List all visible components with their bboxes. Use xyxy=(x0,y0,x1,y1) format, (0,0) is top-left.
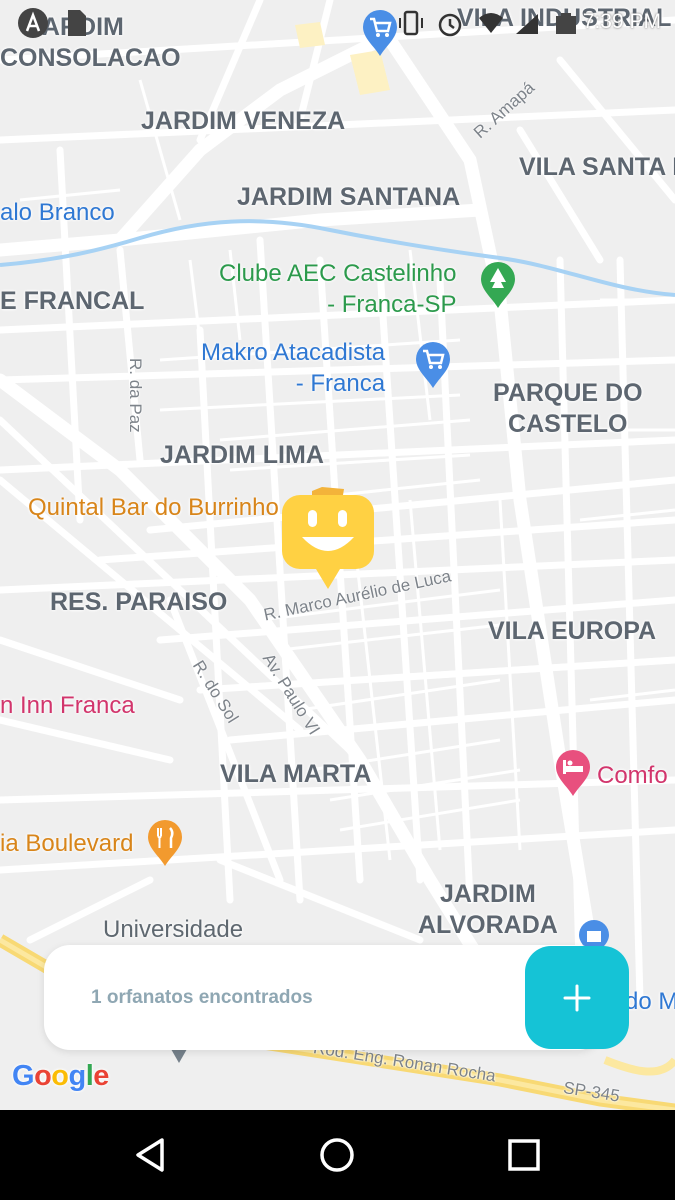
status-bar: 7:39 PM xyxy=(0,0,675,44)
label-vila-marta: VILA MARTA xyxy=(220,760,372,788)
label-comfort[interactable]: Comfo xyxy=(597,762,668,790)
orphanage-marker-smiley-icon[interactable] xyxy=(282,483,374,593)
home-circle-icon[interactable] xyxy=(312,1130,362,1180)
label-parque-line1: PARQUE DO xyxy=(493,379,643,407)
label-vila-santa: VILA SANTA R xyxy=(519,153,675,181)
plus-icon xyxy=(563,984,591,1011)
label-clube-aec-line2: - Franca-SP xyxy=(327,291,457,318)
label-makro-line2: - Franca xyxy=(295,370,386,397)
label-do-m[interactable]: do M xyxy=(625,988,675,1016)
label-alvorada-line2: ALVORADA xyxy=(418,911,558,939)
back-triangle-icon[interactable] xyxy=(126,1130,176,1180)
recents-square-icon[interactable] xyxy=(499,1130,549,1180)
results-footer-card: 1 orfanatos encontrados xyxy=(44,945,604,1050)
label-parque-line2: CASTELO xyxy=(508,410,628,438)
google-logo-o1: o xyxy=(34,1060,52,1092)
vibrate-icon xyxy=(399,10,423,36)
label-res-paraiso: RES. PARAISO xyxy=(50,588,228,616)
label-jardim-santana: JARDIM SANTANA xyxy=(237,183,461,211)
signal-icon xyxy=(516,14,538,34)
label-consolacao: CONSOLACAO xyxy=(0,44,181,72)
label-inn-franca[interactable]: n Inn Franca xyxy=(0,692,135,720)
alarm-icon xyxy=(438,13,462,37)
label-palo-branco[interactable]: alo Branco xyxy=(0,199,115,227)
street-r-da-paz: R. da Paz xyxy=(126,358,145,433)
navigation-bar xyxy=(0,1110,675,1200)
label-parque-do-castelo: PARQUE DO CASTELO xyxy=(493,378,643,440)
google-logo-g: G xyxy=(12,1060,35,1092)
sim-card-icon xyxy=(68,10,86,36)
label-makro[interactable]: Makro Atacadista - Franca xyxy=(201,337,385,399)
label-universidade[interactable]: Universidade xyxy=(103,916,243,944)
shopping-cart-pin-icon[interactable] xyxy=(413,340,453,390)
label-quintal-bar[interactable]: Quintal Bar do Burrinho xyxy=(28,494,279,522)
label-jardim-lima: JARDIM LIMA xyxy=(160,441,324,469)
label-alvorada-line1: JARDIM xyxy=(439,880,536,908)
hotel-pin-icon[interactable] xyxy=(553,748,593,798)
label-clube-aec-line1: Clube AEC Castelinho xyxy=(219,260,457,287)
park-pin-icon[interactable] xyxy=(478,260,518,310)
map-view[interactable]: JARDIM CONSOLACAO VILA INDUSTRIAL JARDIM… xyxy=(0,0,675,1110)
google-logo-g2: g xyxy=(68,1060,87,1092)
label-clube-aec[interactable]: Clube AEC Castelinho - Franca-SP xyxy=(219,258,456,320)
wifi-icon xyxy=(479,13,503,33)
label-jardim-alvorada: JARDIM ALVORADA xyxy=(418,879,558,941)
label-francal: E FRANCAL xyxy=(0,287,145,315)
label-jardim-veneza: JARDIM VENEZA xyxy=(141,107,346,135)
label-boulevard[interactable]: ia Boulevard xyxy=(0,830,133,858)
label-vila-europa: VILA EUROPA xyxy=(488,617,657,645)
results-count-text: 1 orfanatos encontrados xyxy=(91,987,313,1008)
restaurant-pin-icon[interactable] xyxy=(145,818,185,868)
app-notification-icon xyxy=(18,8,48,38)
status-time: 7:39 PM xyxy=(582,10,661,33)
add-orphanage-button[interactable] xyxy=(525,946,629,1049)
google-logo: Google xyxy=(12,1060,109,1093)
battery-icon xyxy=(556,13,576,34)
google-logo-e: e xyxy=(93,1060,109,1092)
label-makro-line1: Makro Atacadista xyxy=(201,339,386,366)
google-logo-o2: o xyxy=(51,1060,69,1092)
